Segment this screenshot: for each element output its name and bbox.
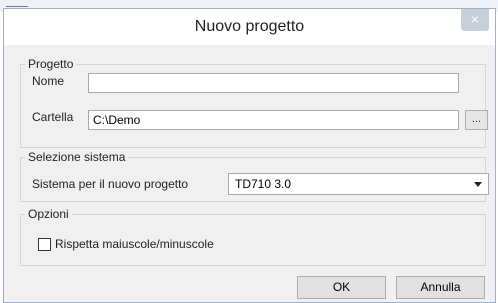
new-project-dialog: Nuovo progetto × Progetto Nome Cartella … — [3, 8, 496, 303]
cartella-label: Cartella — [32, 110, 74, 124]
case-sensitive-checkbox[interactable] — [38, 238, 51, 251]
cancel-button[interactable]: Annulla — [396, 276, 485, 299]
sistema-select[interactable]: TD710 3.0 — [228, 173, 489, 195]
sistema-label: Sistema per il nuovo progetto — [32, 177, 189, 191]
nome-input[interactable] — [88, 73, 459, 93]
case-sensitive-label[interactable]: Rispetta maiuscole/minuscole — [55, 236, 214, 252]
close-button[interactable]: × — [461, 9, 489, 31]
nome-label: Nome — [32, 74, 65, 88]
close-icon: × — [470, 11, 480, 27]
chevron-down-icon — [474, 182, 482, 187]
dialog-title: Nuovo progetto — [194, 18, 305, 35]
sistema-group-label: Selezione sistema — [25, 150, 129, 164]
browse-folder-button[interactable]: ... — [465, 110, 488, 130]
ok-button[interactable]: OK — [297, 276, 386, 299]
progetto-group-label: Progetto — [25, 57, 77, 71]
dialog-titlebar: Nuovo progetto × — [4, 9, 495, 45]
cartella-input[interactable]: C:\Demo — [88, 110, 459, 130]
sistema-select-value: TD710 3.0 — [235, 177, 292, 191]
opzioni-group-label: Opzioni — [25, 207, 72, 221]
background-tab-underline — [6, 0, 28, 7]
